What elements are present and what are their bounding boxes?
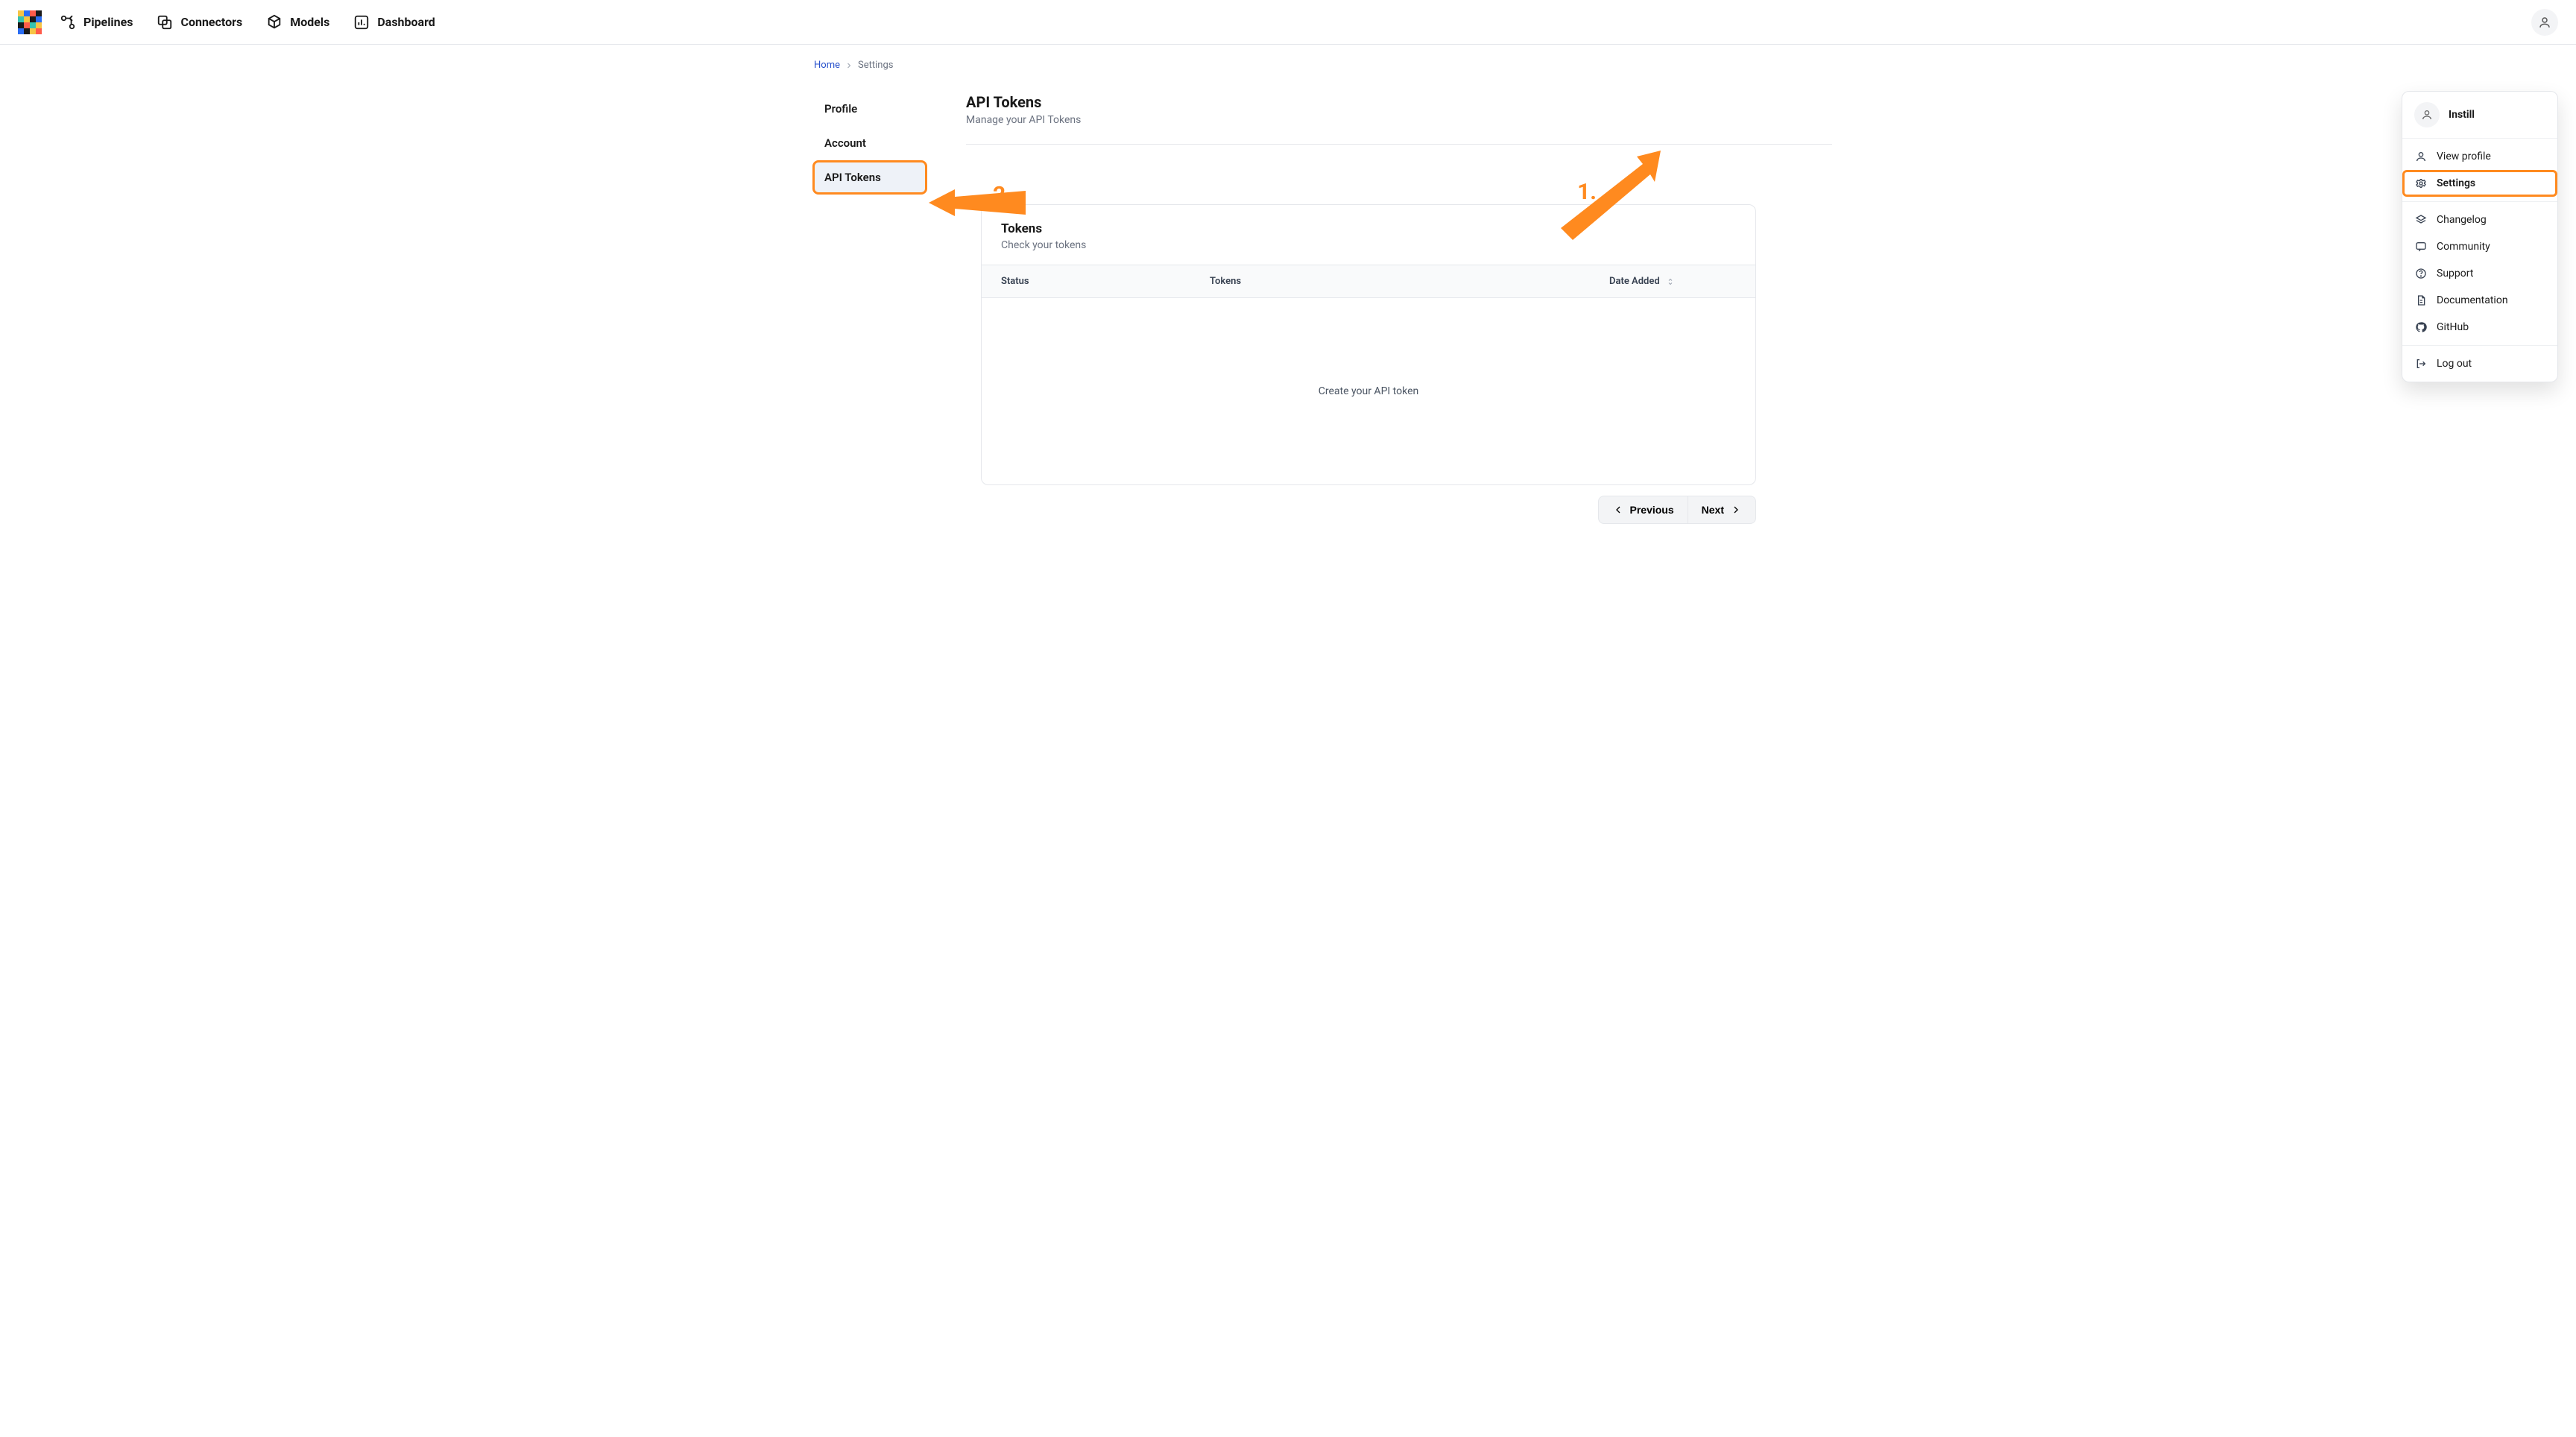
sidebar-item-api-tokens[interactable]: API Tokens [814, 162, 926, 193]
pipelines-icon [60, 14, 76, 31]
next-button[interactable]: Next [1688, 496, 1756, 524]
page-title: API Tokens [966, 93, 1832, 111]
empty-text: Create your API token [1319, 385, 1418, 397]
card-subtitle: Check your tokens [1001, 239, 1736, 251]
menu-label: Settings [2437, 177, 2475, 189]
menu-label: View profile [2437, 151, 2491, 162]
nav-label: Pipelines [83, 15, 133, 29]
pagination: Previous Next [981, 485, 1756, 534]
menu-community[interactable]: Community [2402, 233, 2557, 260]
doc-icon [2414, 294, 2428, 306]
menu-label: Documentation [2437, 294, 2508, 306]
breadcrumb: Home Settings [744, 60, 1832, 78]
menu-logout[interactable]: Log out [2402, 350, 2557, 377]
menu-label: Log out [2437, 358, 2472, 370]
connectors-icon [157, 14, 173, 31]
page-subtitle: Manage your API Tokens [966, 114, 1832, 126]
layers-icon [2414, 214, 2428, 226]
col-date[interactable]: Date Added [1609, 276, 1736, 287]
menu-settings[interactable]: Settings [2402, 170, 2557, 197]
menu-view-profile[interactable]: View profile [2402, 143, 2557, 170]
models-icon [266, 14, 282, 31]
col-tokens[interactable]: Tokens [1210, 276, 1609, 287]
previous-button[interactable]: Previous [1598, 496, 1688, 524]
nav-label: Connectors [180, 15, 242, 29]
page-header: API Tokens Manage your API Tokens [966, 93, 1832, 126]
dashboard-icon [353, 14, 370, 31]
sidebar-item-label: Profile [824, 102, 857, 116]
annotation-label-1: 1. [1577, 179, 1597, 205]
chevron-right-icon [845, 61, 853, 70]
github-icon [2414, 321, 2428, 333]
tokens-card: Tokens Check your tokens Status Tokens D… [981, 204, 1756, 485]
breadcrumb-current: Settings [858, 60, 893, 71]
table-header: Status Tokens Date Added [982, 265, 1755, 298]
menu-documentation[interactable]: Documentation [2402, 287, 2557, 314]
user-menu: Instill View profile Settings Changelog [2402, 91, 2558, 382]
menu-github[interactable]: GitHub [2402, 314, 2557, 341]
user-avatar-button[interactable] [2531, 9, 2558, 36]
annotation-label-2: 2. [993, 182, 1012, 208]
sidebar-item-label: API Tokens [824, 171, 881, 184]
menu-label: Community [2437, 241, 2490, 253]
table-empty-state: Create your API token [982, 298, 1755, 484]
prev-label: Previous [1630, 504, 1674, 516]
menu-label: Support [2437, 268, 2473, 279]
profile-icon [2414, 151, 2428, 162]
main-nav: Pipelines Connectors Models [60, 14, 2531, 31]
chat-icon [2414, 241, 2428, 253]
menu-label: Changelog [2437, 214, 2487, 226]
col-date-label: Date Added [1609, 276, 1660, 287]
nav-dashboard[interactable]: Dashboard [353, 14, 435, 31]
card-title: Tokens [1001, 221, 1736, 236]
menu-label: GitHub [2437, 321, 2469, 333]
nav-label: Models [290, 15, 329, 29]
user-name: Instill [2449, 109, 2475, 121]
arrow-right-icon [1730, 504, 1742, 516]
user-menu-header: Instill [2402, 92, 2557, 139]
col-status[interactable]: Status [1001, 276, 1210, 287]
next-label: Next [1702, 504, 1724, 516]
menu-support[interactable]: Support [2402, 260, 2557, 287]
app-logo[interactable] [18, 10, 42, 34]
help-icon [2414, 268, 2428, 279]
divider [966, 144, 1832, 145]
user-icon [2414, 102, 2440, 127]
logout-icon [2414, 358, 2428, 370]
sidebar-item-account[interactable]: Account [814, 127, 926, 159]
sort-icon [1666, 277, 1675, 287]
main: Home Settings Profile Account API Tokens… [744, 45, 1832, 564]
sidebar-item-profile[interactable]: Profile [814, 93, 926, 124]
nav-models[interactable]: Models [266, 14, 329, 31]
sidebar-item-label: Account [824, 136, 866, 150]
menu-changelog[interactable]: Changelog [2402, 206, 2557, 233]
nav-label: Dashboard [377, 15, 435, 29]
breadcrumb-home[interactable]: Home [814, 60, 840, 71]
arrow-left-icon [1612, 504, 1624, 516]
gear-icon [2414, 177, 2428, 189]
nav-connectors[interactable]: Connectors [157, 14, 242, 31]
page-body: API Tokens Manage your API Tokens Tokens… [966, 93, 1832, 534]
settings-sidebar: Profile Account API Tokens [814, 93, 926, 534]
nav-pipelines[interactable]: Pipelines [60, 14, 133, 31]
topbar: Pipelines Connectors Models [0, 0, 2576, 45]
